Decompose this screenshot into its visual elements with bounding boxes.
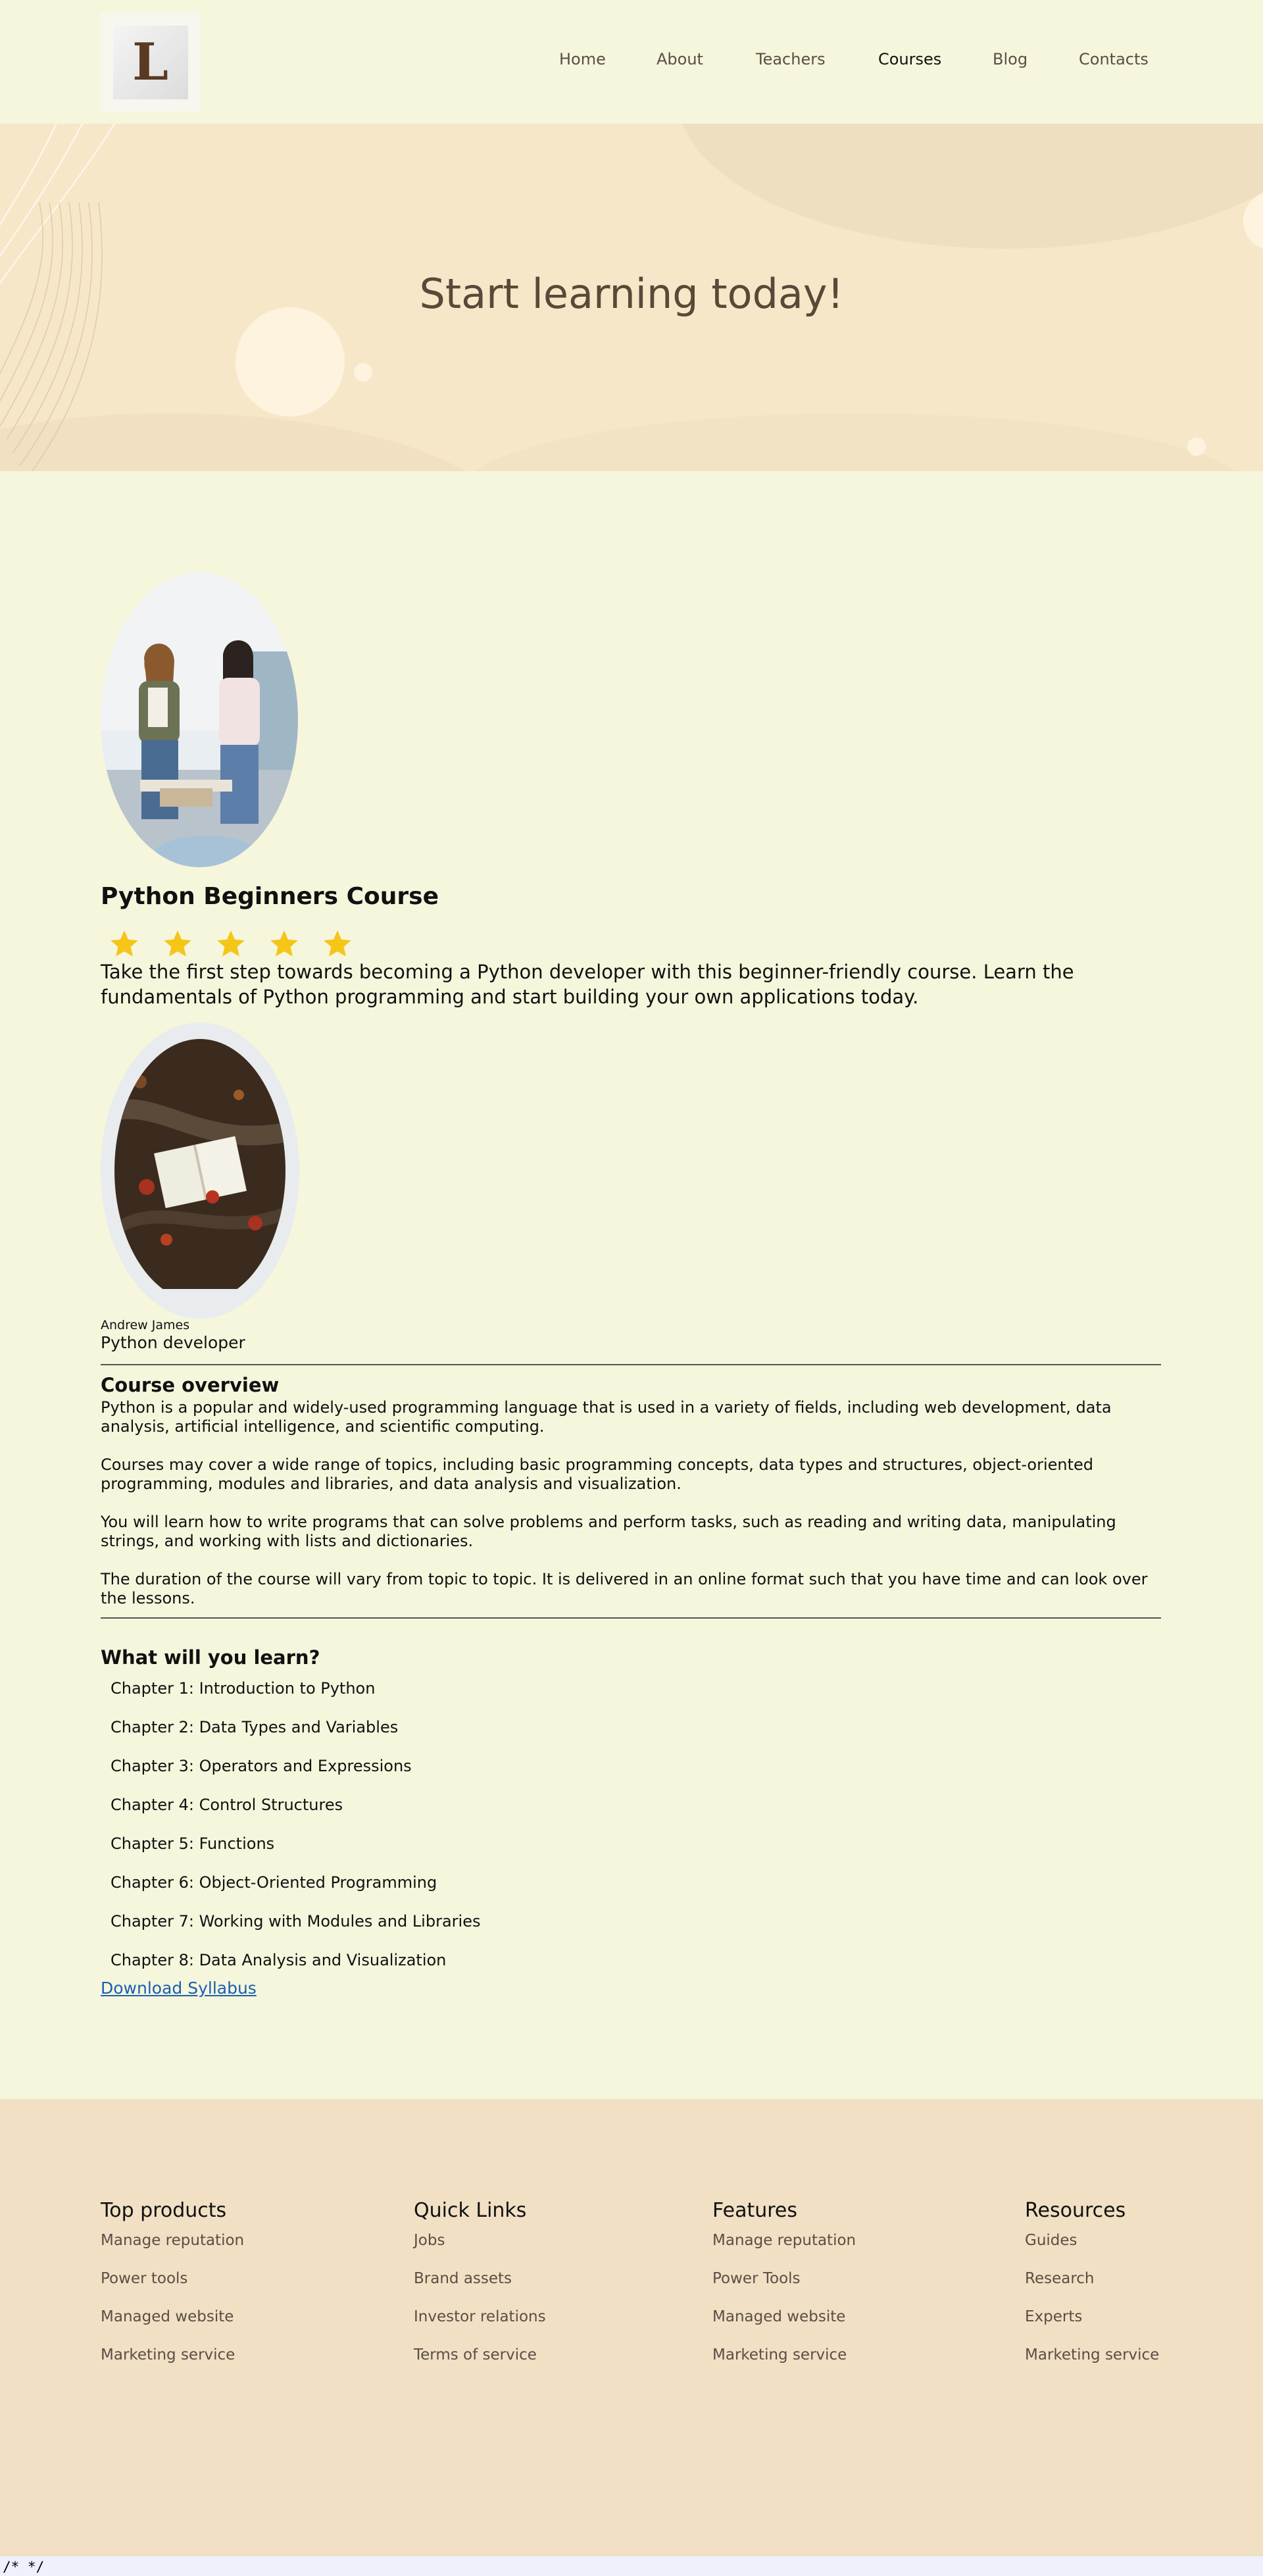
footer-link[interactable]: Marketing service <box>101 2346 235 2363</box>
footer-column-top-products: Top products Manage reputation Power too… <box>101 2199 244 2363</box>
teacher-image <box>101 1023 299 1319</box>
footer-link[interactable]: Power tools <box>101 2270 187 2287</box>
star-icon <box>111 930 138 957</box>
code-comment: /* */ <box>3 2559 45 2575</box>
section-divider <box>101 1364 1161 1365</box>
hero-title: Start learning today! <box>419 270 844 318</box>
footer-column-resources: Resources Guides Research Experts Market… <box>1025 2199 1159 2363</box>
course-image <box>101 572 298 867</box>
footer-heading: Top products <box>101 2199 227 2222</box>
chapter-item: Chapter 3: Operators and Expressions <box>111 1757 412 1775</box>
chapter-item: Chapter 5: Functions <box>111 1834 275 1853</box>
footer-link[interactable]: Research <box>1025 2270 1095 2287</box>
footer-link[interactable]: Manage reputation <box>712 2232 856 2249</box>
star-icon <box>217 930 245 957</box>
footer-link[interactable]: Power Tools <box>712 2270 801 2287</box>
footer-link[interactable]: Managed website <box>712 2308 845 2325</box>
nav-home[interactable]: Home <box>559 50 606 68</box>
hero-banner: Start learning today! <box>0 124 1263 471</box>
footer-link[interactable]: Marketing service <box>1025 2346 1159 2363</box>
learn-title: What will you learn? <box>101 1646 320 1669</box>
chapter-item: Chapter 2: Data Types and Variables <box>111 1718 399 1736</box>
footer-link[interactable]: Experts <box>1025 2308 1082 2325</box>
course-title: Python Beginners Course <box>101 883 439 910</box>
overview-paragraph: The duration of the course will vary fro… <box>101 1570 1148 1607</box>
overview-title: Course overview <box>101 1374 280 1396</box>
footer-link[interactable]: Brand assets <box>414 2270 512 2287</box>
footer-link[interactable]: Guides <box>1025 2232 1077 2249</box>
star-icon <box>164 930 191 957</box>
footer-heading: Features <box>712 2199 797 2222</box>
star-icon <box>270 930 298 957</box>
nav-blog[interactable]: Blog <box>993 50 1028 68</box>
overview-paragraph: Python is a popular and widely-used prog… <box>101 1398 1112 1436</box>
footer-link[interactable]: Investor relations <box>414 2308 546 2325</box>
footer-heading: Resources <box>1025 2199 1126 2222</box>
chapter-item: Chapter 8: Data Analysis and Visualizati… <box>111 1951 447 1969</box>
teacher-name: Andrew James <box>101 1318 190 1332</box>
overview-paragraph: You will learn how to write programs tha… <box>101 1513 1116 1550</box>
star-icon <box>324 930 351 957</box>
footer-heading: Quick Links <box>414 2199 527 2222</box>
overview-paragraph: Courses may cover a wide range of topics… <box>101 1455 1094 1493</box>
chapter-item: Chapter 4: Control Structures <box>111 1796 343 1814</box>
footer-link[interactable]: Jobs <box>414 2232 445 2249</box>
nav-teachers[interactable]: Teachers <box>756 50 826 68</box>
nav-about[interactable]: About <box>656 50 703 68</box>
section-divider <box>101 1617 1161 1619</box>
site-header: L Home About Teachers Courses Blog Conta… <box>0 0 1263 124</box>
chapter-item: Chapter 1: Introduction to Python <box>111 1679 376 1698</box>
logo-letter: L <box>132 32 168 92</box>
nav-courses[interactable]: Courses <box>878 50 941 68</box>
footer-link[interactable]: Marketing service <box>712 2346 847 2363</box>
footer-column-quick-links: Quick Links Jobs Brand assets Investor r… <box>414 2199 546 2363</box>
code-comment-bar: /* */ <box>0 2556 1263 2576</box>
download-syllabus-link[interactable]: Download Syllabus <box>101 1979 257 1998</box>
footer-column-features: Features Manage reputation Power Tools M… <box>712 2199 856 2363</box>
nav-contacts[interactable]: Contacts <box>1079 50 1149 68</box>
footer-link[interactable]: Terms of service <box>414 2346 537 2363</box>
chapter-item: Chapter 6: Object-Oriented Programming <box>111 1873 437 1892</box>
course-description: Take the first step towards becoming a P… <box>101 961 1074 1008</box>
teacher-role: Python developer <box>101 1333 245 1352</box>
site-footer: Top products Manage reputation Power too… <box>0 2099 1263 2556</box>
footer-link[interactable]: Managed website <box>101 2308 234 2325</box>
logo-tile: L <box>112 26 188 99</box>
chapter-item: Chapter 7: Working with Modules and Libr… <box>111 1912 481 1931</box>
course-detail: Python Beginners Course Take the first s… <box>101 572 1161 1998</box>
site-logo[interactable]: L <box>101 13 200 112</box>
footer-link[interactable]: Manage reputation <box>101 2232 244 2249</box>
